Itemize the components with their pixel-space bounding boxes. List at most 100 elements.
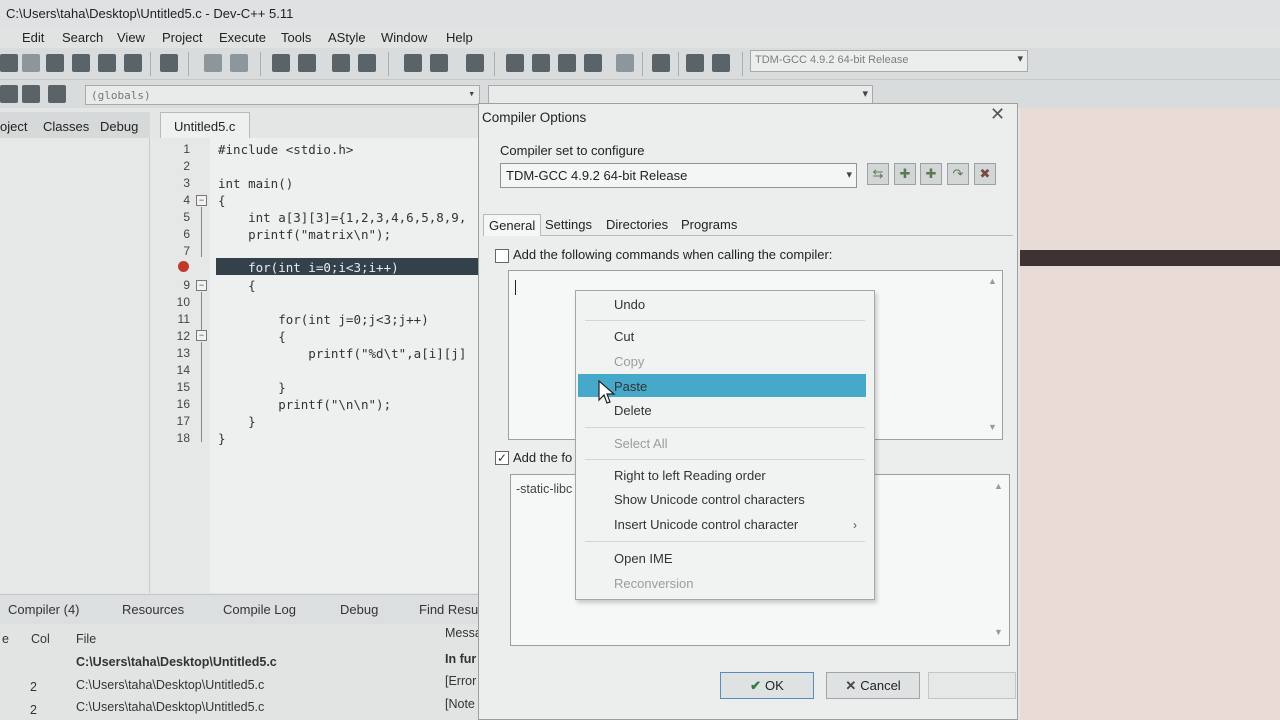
tab-settings[interactable]: Settings bbox=[540, 214, 597, 236]
menu-item-paste[interactable]: Paste bbox=[614, 379, 647, 394]
scroll-down-icon[interactable]: ▼ bbox=[988, 422, 997, 432]
forward-icon[interactable] bbox=[48, 85, 66, 103]
menu-item-open-ime[interactable]: Open IME bbox=[614, 551, 673, 566]
scroll-down-icon[interactable]: ▼ bbox=[994, 627, 1003, 637]
menu-search[interactable]: Search bbox=[62, 30, 103, 45]
help-button[interactable] bbox=[928, 672, 1016, 699]
message-file[interactable]: C:\Users\taha\Desktop\Untitled5.c bbox=[76, 678, 264, 692]
compiler-commands-label: Add the following commands when calling … bbox=[513, 247, 833, 262]
menu-item-rtl-reading[interactable]: Right to left Reading order bbox=[614, 468, 766, 483]
message-text[interactable]: In fur bbox=[445, 652, 476, 666]
find-icon[interactable] bbox=[272, 54, 290, 72]
fold-toggle-icon[interactable]: − bbox=[196, 280, 207, 291]
replace-icon[interactable] bbox=[298, 54, 316, 72]
open-icon[interactable] bbox=[22, 54, 40, 72]
editor-tab[interactable]: Untitled5.c bbox=[160, 112, 250, 138]
debug-icon[interactable] bbox=[712, 54, 730, 72]
close-file-icon[interactable] bbox=[98, 54, 116, 72]
menu-item-delete[interactable]: Delete bbox=[614, 403, 652, 418]
menu-item-show-unicode[interactable]: Show Unicode control characters bbox=[614, 492, 805, 507]
add-set-icon[interactable]: ✚ bbox=[894, 163, 916, 185]
run-icon[interactable] bbox=[532, 54, 550, 72]
line-number: 3 bbox=[183, 176, 190, 190]
bookmark-icon[interactable] bbox=[430, 54, 448, 72]
class-browser-icon[interactable] bbox=[0, 85, 18, 103]
close-icon[interactable]: ✕ bbox=[990, 104, 1005, 125]
print-icon[interactable] bbox=[160, 54, 178, 72]
menu-item-copy[interactable]: Copy bbox=[614, 354, 644, 369]
linker-commands-checkbox[interactable]: ✓ bbox=[495, 451, 509, 465]
menu-item-cut[interactable]: Cut bbox=[614, 329, 634, 344]
compile-run-icon[interactable] bbox=[558, 54, 576, 72]
code-line: { bbox=[218, 329, 286, 344]
code-line: int main() bbox=[218, 176, 294, 191]
linker-commands-label: Add the fo bbox=[513, 450, 573, 465]
breakpoint-icon[interactable] bbox=[178, 261, 189, 272]
goto-icon[interactable] bbox=[404, 54, 422, 72]
tab-classes[interactable]: Classes bbox=[43, 119, 89, 134]
save-icon[interactable] bbox=[46, 54, 64, 72]
scope-select[interactable]: (globals) ▾ bbox=[85, 85, 480, 105]
stop-icon[interactable] bbox=[652, 54, 670, 72]
scroll-up-icon[interactable]: ▲ bbox=[994, 481, 1003, 491]
tab-debug-output[interactable]: Debug bbox=[340, 602, 378, 617]
profile-icon[interactable] bbox=[686, 54, 704, 72]
menu-astyle[interactable]: AStyle bbox=[328, 30, 366, 45]
menu-tools[interactable]: Tools bbox=[281, 30, 311, 45]
tab-compile-log[interactable]: Compile Log bbox=[223, 602, 296, 617]
message-text[interactable]: [Note bbox=[445, 697, 475, 711]
close-all-icon[interactable] bbox=[124, 54, 142, 72]
menu-separator bbox=[585, 320, 865, 321]
fold-toggle-icon[interactable]: − bbox=[196, 195, 207, 206]
menu-item-select-all[interactable]: Select All bbox=[614, 436, 667, 451]
tab-programs[interactable]: Programs bbox=[676, 214, 742, 236]
compiler-select-value: TDM-GCC 4.9.2 64-bit Release bbox=[755, 54, 909, 66]
message-file[interactable]: C:\Users\taha\Desktop\Untitled5.c bbox=[76, 700, 264, 714]
add-folder-icon[interactable]: ✚ bbox=[920, 163, 942, 185]
menu-item-undo[interactable]: Undo bbox=[614, 297, 645, 312]
tab-project[interactable]: oject bbox=[0, 119, 27, 134]
function-select[interactable]: ▾ bbox=[488, 85, 873, 105]
redo-icon[interactable] bbox=[230, 54, 248, 72]
indent-icon[interactable] bbox=[332, 54, 350, 72]
new-file-icon[interactable] bbox=[0, 54, 18, 72]
cancel-button[interactable]: ✕ Cancel bbox=[826, 672, 920, 699]
rename-set-icon[interactable]: ↷ bbox=[947, 163, 969, 185]
compile-icon[interactable] bbox=[506, 54, 524, 72]
menu-edit[interactable]: Edit bbox=[22, 30, 44, 45]
message-text[interactable]: [Error bbox=[445, 674, 476, 688]
chevron-down-icon: ▾ bbox=[468, 87, 475, 100]
compiler-set-select[interactable]: TDM-GCC 4.9.2 64-bit Release ▾ bbox=[500, 163, 857, 188]
tab-debug[interactable]: Debug bbox=[100, 119, 138, 134]
menu-project[interactable]: Project bbox=[162, 30, 202, 45]
undo-icon[interactable] bbox=[204, 54, 222, 72]
delete-set-icon[interactable]: ✖ bbox=[974, 163, 996, 185]
menu-item-insert-unicode[interactable]: Insert Unicode control character bbox=[614, 517, 798, 532]
message-file[interactable]: C:\Users\taha\Desktop\Untitled5.c bbox=[76, 655, 277, 669]
fold-toggle-icon[interactable]: − bbox=[196, 330, 207, 341]
scroll-up-icon[interactable]: ▲ bbox=[988, 276, 997, 286]
unindent-icon[interactable] bbox=[358, 54, 376, 72]
tab-general[interactable]: General bbox=[483, 214, 542, 236]
menu-help[interactable]: Help bbox=[446, 30, 473, 45]
menu-execute[interactable]: Execute bbox=[219, 30, 266, 45]
rebuild-icon[interactable] bbox=[584, 54, 602, 72]
ok-button[interactable]: ✔ OK bbox=[720, 672, 814, 699]
menu-window[interactable]: Window bbox=[381, 30, 427, 45]
tab-find-results[interactable]: Find Resu bbox=[419, 602, 478, 617]
tab-resources[interactable]: Resources bbox=[122, 602, 184, 617]
insert-icon[interactable] bbox=[466, 54, 484, 72]
menu-view[interactable]: View bbox=[117, 30, 145, 45]
save-all-icon[interactable] bbox=[72, 54, 90, 72]
check-icon[interactable] bbox=[616, 54, 634, 72]
submenu-arrow-icon: › bbox=[853, 518, 857, 532]
header-message: Messa bbox=[445, 626, 482, 640]
menu-item-reconversion[interactable]: Reconversion bbox=[614, 576, 694, 591]
code-editor[interactable] bbox=[210, 138, 480, 593]
compiler-commands-checkbox[interactable] bbox=[495, 249, 509, 263]
back-icon[interactable] bbox=[22, 85, 40, 103]
copy-set-icon[interactable]: ⇆ bbox=[867, 163, 889, 185]
compiler-select[interactable]: TDM-GCC 4.9.2 64-bit Release ▾ bbox=[750, 50, 1028, 72]
tab-compiler[interactable]: Compiler (4) bbox=[8, 602, 80, 617]
tab-directories[interactable]: Directories bbox=[601, 214, 673, 236]
